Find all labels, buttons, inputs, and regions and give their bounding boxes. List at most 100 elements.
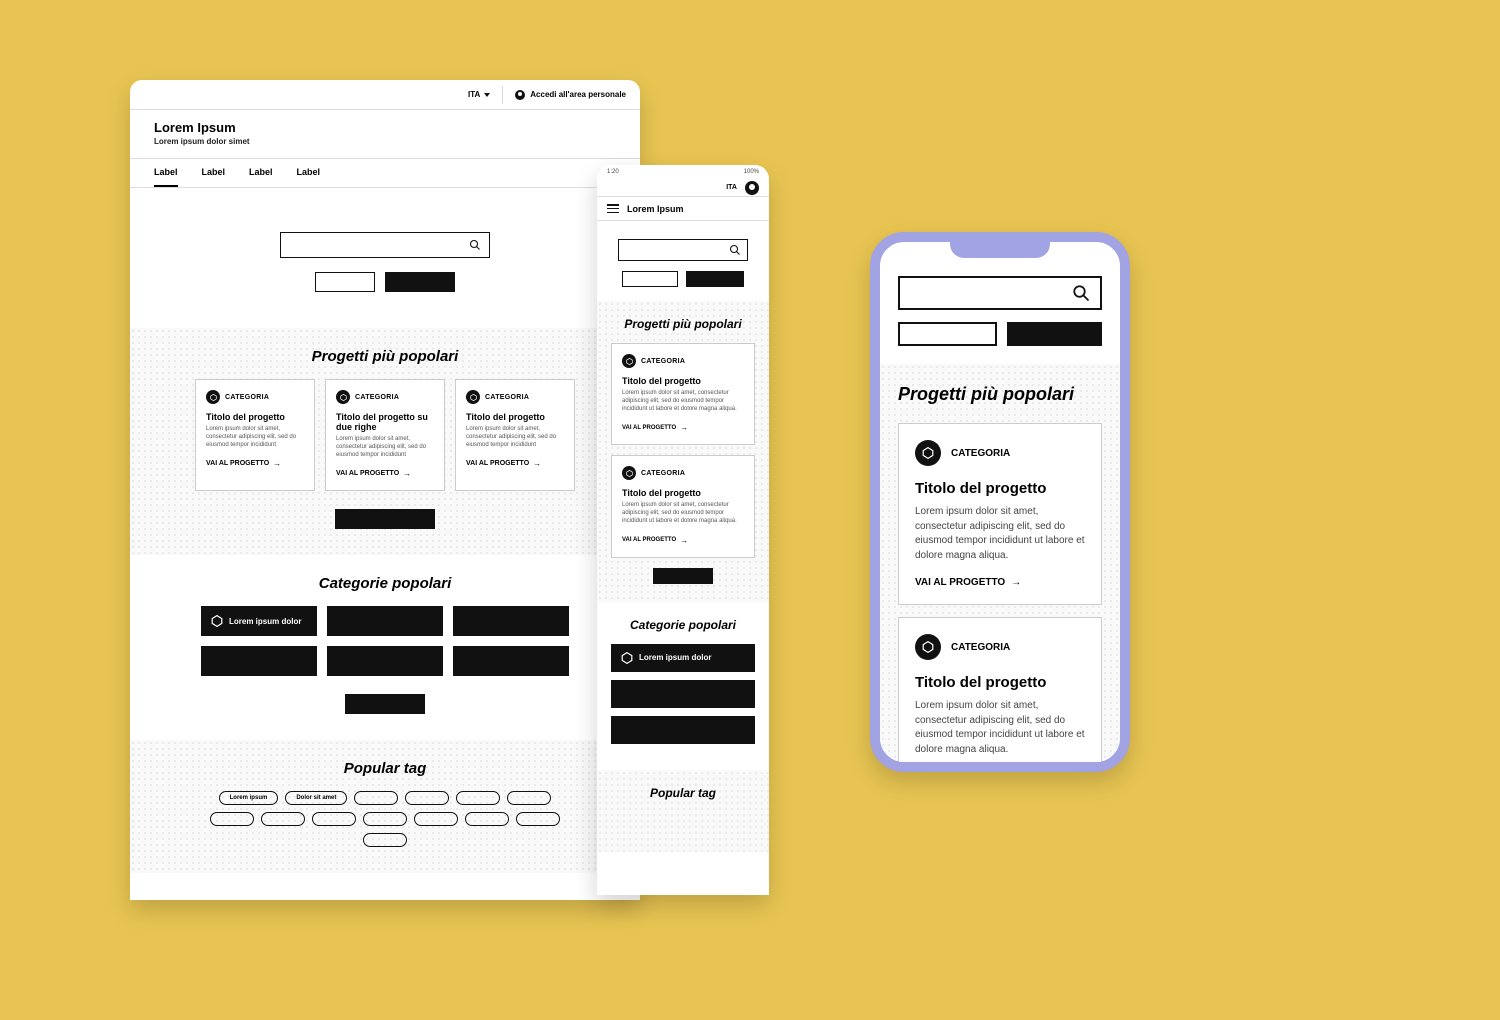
tag-pill[interactable]: Lorem ipsum xyxy=(219,791,279,805)
desktop-frame: ITA Accedi all'area personale Lorem Ipsu… xyxy=(130,80,640,900)
category-button[interactable] xyxy=(453,646,569,676)
arrow-right-icon: → xyxy=(680,536,688,545)
category-button[interactable]: Lorem ipsum dolor xyxy=(201,606,317,636)
status-bar: 1:20 100% xyxy=(597,165,769,179)
projects-heading: Progetti più popolari xyxy=(611,317,755,331)
card-link[interactable]: VAI AL PROGETTO → xyxy=(622,536,744,545)
tag-pill[interactable] xyxy=(405,791,449,805)
project-card[interactable]: CATEGORIA Titolo del progetto Lorem ipsu… xyxy=(455,379,575,491)
projects-heading: Progetti più popolari xyxy=(898,384,1102,405)
view-more-button[interactable] xyxy=(335,509,435,529)
view-more-button[interactable] xyxy=(653,568,713,584)
category-label: CATEGORIA xyxy=(355,394,399,401)
tag-pill[interactable] xyxy=(210,812,254,826)
card-category: CATEGORIA xyxy=(622,354,744,368)
card-link[interactable]: VAI AL PROGETTO → xyxy=(206,459,304,468)
card-desc: Lorem ipsum dolor sit amet, consectetur … xyxy=(915,505,1085,563)
category-icon xyxy=(622,466,636,480)
filter-row xyxy=(622,271,744,287)
arrow-right-icon: → xyxy=(1011,577,1021,588)
card-link-label: VAI AL PROGETTO xyxy=(206,460,269,467)
card-title: Titolo del progetto xyxy=(466,412,564,422)
filter-submit-button[interactable] xyxy=(686,271,744,287)
category-icon xyxy=(466,390,480,404)
search-input[interactable] xyxy=(280,232,490,258)
card-category: CATEGORIA xyxy=(336,390,434,404)
user-icon[interactable] xyxy=(745,181,759,195)
category-label: CATEGORIA xyxy=(225,394,269,401)
language-selector[interactable]: ITA xyxy=(468,86,503,104)
tag-pill[interactable] xyxy=(516,812,560,826)
projects-section: Progetti più popolari CATEGORIA Titolo d… xyxy=(880,364,1120,762)
project-card[interactable]: CATEGORIA Titolo del progetto Lorem ipsu… xyxy=(898,617,1102,762)
tablet-topbar: ITA xyxy=(597,179,769,197)
tab-item[interactable]: Label xyxy=(202,167,226,187)
project-card[interactable]: CATEGORIA Titolo del progetto su due rig… xyxy=(325,379,445,491)
project-card[interactable]: CATEGORIA Titolo del progetto Lorem ipsu… xyxy=(898,423,1102,605)
project-card[interactable]: CATEGORIA Titolo del progetto Lorem ipsu… xyxy=(611,455,755,557)
card-category: CATEGORIA xyxy=(206,390,304,404)
category-button[interactable] xyxy=(611,680,755,708)
hero-search-area xyxy=(597,221,769,301)
search-input[interactable] xyxy=(618,239,748,261)
access-label: Accedi all'area personale xyxy=(530,90,626,99)
tab-item[interactable]: Label xyxy=(154,167,178,187)
search-icon xyxy=(729,244,741,256)
card-link[interactable]: VAI AL PROGETTO → xyxy=(915,577,1085,588)
category-button[interactable] xyxy=(327,606,443,636)
filter-row xyxy=(898,322,1102,346)
card-link[interactable]: VAI AL PROGETTO → xyxy=(466,459,564,468)
tag-pill[interactable] xyxy=(507,791,551,805)
language-label[interactable]: ITA xyxy=(726,184,737,191)
chevron-down-icon xyxy=(484,93,490,97)
status-time: 1:20 xyxy=(607,169,619,175)
project-card[interactable]: CATEGORIA Titolo del progetto Lorem ipsu… xyxy=(195,379,315,491)
hamburger-icon[interactable] xyxy=(607,204,619,213)
tag-pill[interactable] xyxy=(312,812,356,826)
tags-section: Popular tag xyxy=(597,770,769,852)
category-button[interactable] xyxy=(327,646,443,676)
categories-heading: Categorie popolari xyxy=(154,575,616,592)
filter-submit-button[interactable] xyxy=(1007,322,1102,346)
site-title: Lorem Ipsum xyxy=(627,204,684,214)
tag-pill[interactable]: Dolor sit amet xyxy=(285,791,347,805)
category-button[interactable] xyxy=(201,646,317,676)
card-link[interactable]: VAI AL PROGETTO → xyxy=(336,469,434,478)
category-label: CATEGORIA xyxy=(485,394,529,401)
arrow-right-icon: → xyxy=(273,459,281,468)
search-input[interactable] xyxy=(898,276,1102,310)
category-icon xyxy=(206,390,220,404)
tab-item[interactable]: Label xyxy=(297,167,321,187)
tag-pill[interactable] xyxy=(261,812,305,826)
card-link-label: VAI AL PROGETTO xyxy=(622,537,676,543)
card-link[interactable]: VAI AL PROGETTO → xyxy=(622,423,744,432)
tablet-frame: 1:20 100% ITA Lorem Ipsum Progetti più p… xyxy=(597,165,769,895)
category-label: CATEGORIA xyxy=(951,448,1010,459)
tag-pill[interactable] xyxy=(465,812,509,826)
user-icon xyxy=(515,90,525,100)
tags-section: Popular tag Lorem ipsum Dolor sit amet xyxy=(130,740,640,873)
card-category: CATEGORIA xyxy=(915,440,1085,466)
tag-pill[interactable] xyxy=(363,812,407,826)
tag-pill[interactable] xyxy=(363,833,407,847)
tag-row: Lorem ipsum Dolor sit amet xyxy=(205,791,565,847)
filter-input[interactable] xyxy=(315,272,375,292)
category-button[interactable] xyxy=(453,606,569,636)
filter-input[interactable] xyxy=(622,271,678,287)
access-link[interactable]: Accedi all'area personale xyxy=(515,90,626,100)
hexagon-icon xyxy=(621,652,633,664)
filter-submit-button[interactable] xyxy=(385,272,455,292)
tag-pill[interactable] xyxy=(354,791,398,805)
project-card[interactable]: CATEGORIA Titolo del progetto Lorem ipsu… xyxy=(611,343,755,445)
category-button[interactable]: Lorem ipsum dolor xyxy=(611,644,755,672)
categories-heading: Categorie popolari xyxy=(611,618,755,632)
category-label: CATEGORIA xyxy=(641,358,685,365)
filter-input[interactable] xyxy=(898,322,997,346)
category-button[interactable] xyxy=(611,716,755,744)
tab-item[interactable]: Label xyxy=(249,167,273,187)
category-icon xyxy=(622,354,636,368)
view-more-button[interactable] xyxy=(345,694,425,714)
tag-pill[interactable] xyxy=(414,812,458,826)
tag-pill[interactable] xyxy=(456,791,500,805)
project-card-row: CATEGORIA Titolo del progetto Lorem ipsu… xyxy=(154,379,616,491)
